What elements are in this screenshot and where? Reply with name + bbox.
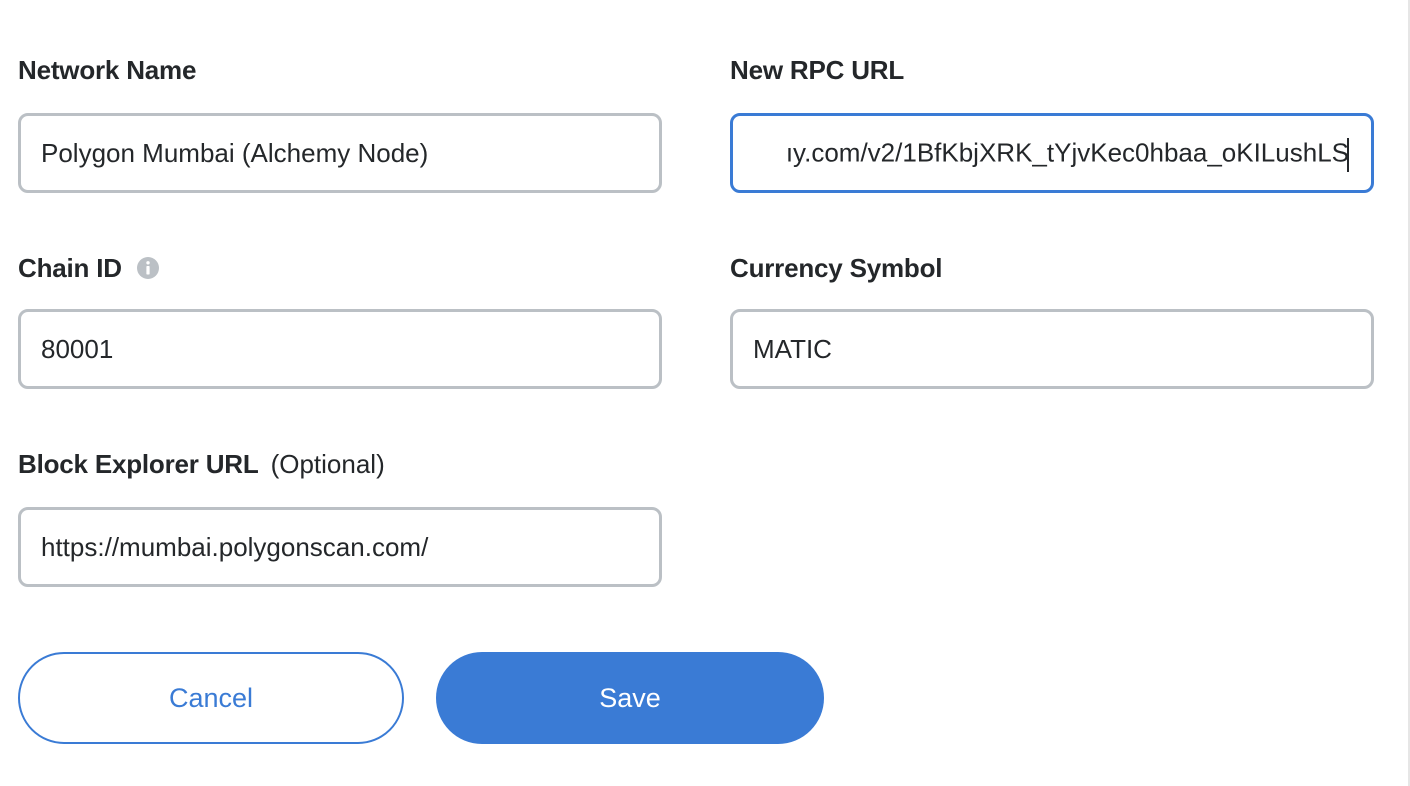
chain-id-value: 80001 — [41, 333, 114, 364]
currency-symbol-value: MATIC — [753, 333, 832, 364]
rpc-url-input[interactable]: ıy.com/v2/1BfKbjXRK_tYjvKec0hbaa_oKILush… — [730, 113, 1374, 193]
chain-id-field: Chain ID — [18, 248, 160, 288]
network-name-value: Polygon Mumbai (Alchemy Node) — [41, 137, 429, 168]
network-name-input[interactable]: Polygon Mumbai (Alchemy Node) — [18, 113, 662, 193]
network-name-label: Network Name — [18, 54, 197, 85]
rpc-url-label: New RPC URL — [730, 54, 905, 85]
save-button-label: Save — [599, 682, 661, 713]
chain-id-input[interactable]: 80001 — [18, 309, 662, 389]
block-explorer-input[interactable]: https://mumbai.polygonscan.com/ — [18, 507, 662, 587]
currency-symbol-field: Currency Symbol — [730, 248, 942, 288]
network-name-field: Network Name — [18, 50, 196, 90]
currency-symbol-label: Currency Symbol — [730, 252, 943, 283]
rpc-url-field: New RPC URL — [730, 50, 904, 90]
cancel-button[interactable]: Cancel — [18, 652, 404, 744]
chain-id-label: Chain ID — [18, 252, 122, 283]
block-explorer-value: https://mumbai.polygonscan.com/ — [41, 531, 429, 562]
currency-symbol-input[interactable]: MATIC — [730, 309, 1374, 389]
block-explorer-field: Block Explorer URL (Optional) — [18, 444, 385, 484]
network-form: Network Name Polygon Mumbai (Alchemy Nod… — [0, 0, 1410, 786]
rpc-url-value: ıy.com/v2/1BfKbjXRK_tYjvKec0hbaa_oKILush… — [785, 137, 1349, 168]
block-explorer-label: Block Explorer URL — [18, 448, 259, 479]
info-icon[interactable] — [136, 256, 160, 280]
text-caret — [1347, 138, 1349, 172]
cancel-button-label: Cancel — [168, 682, 254, 713]
save-button[interactable]: Save — [436, 652, 824, 744]
optional-tag: (Optional) — [270, 448, 385, 479]
